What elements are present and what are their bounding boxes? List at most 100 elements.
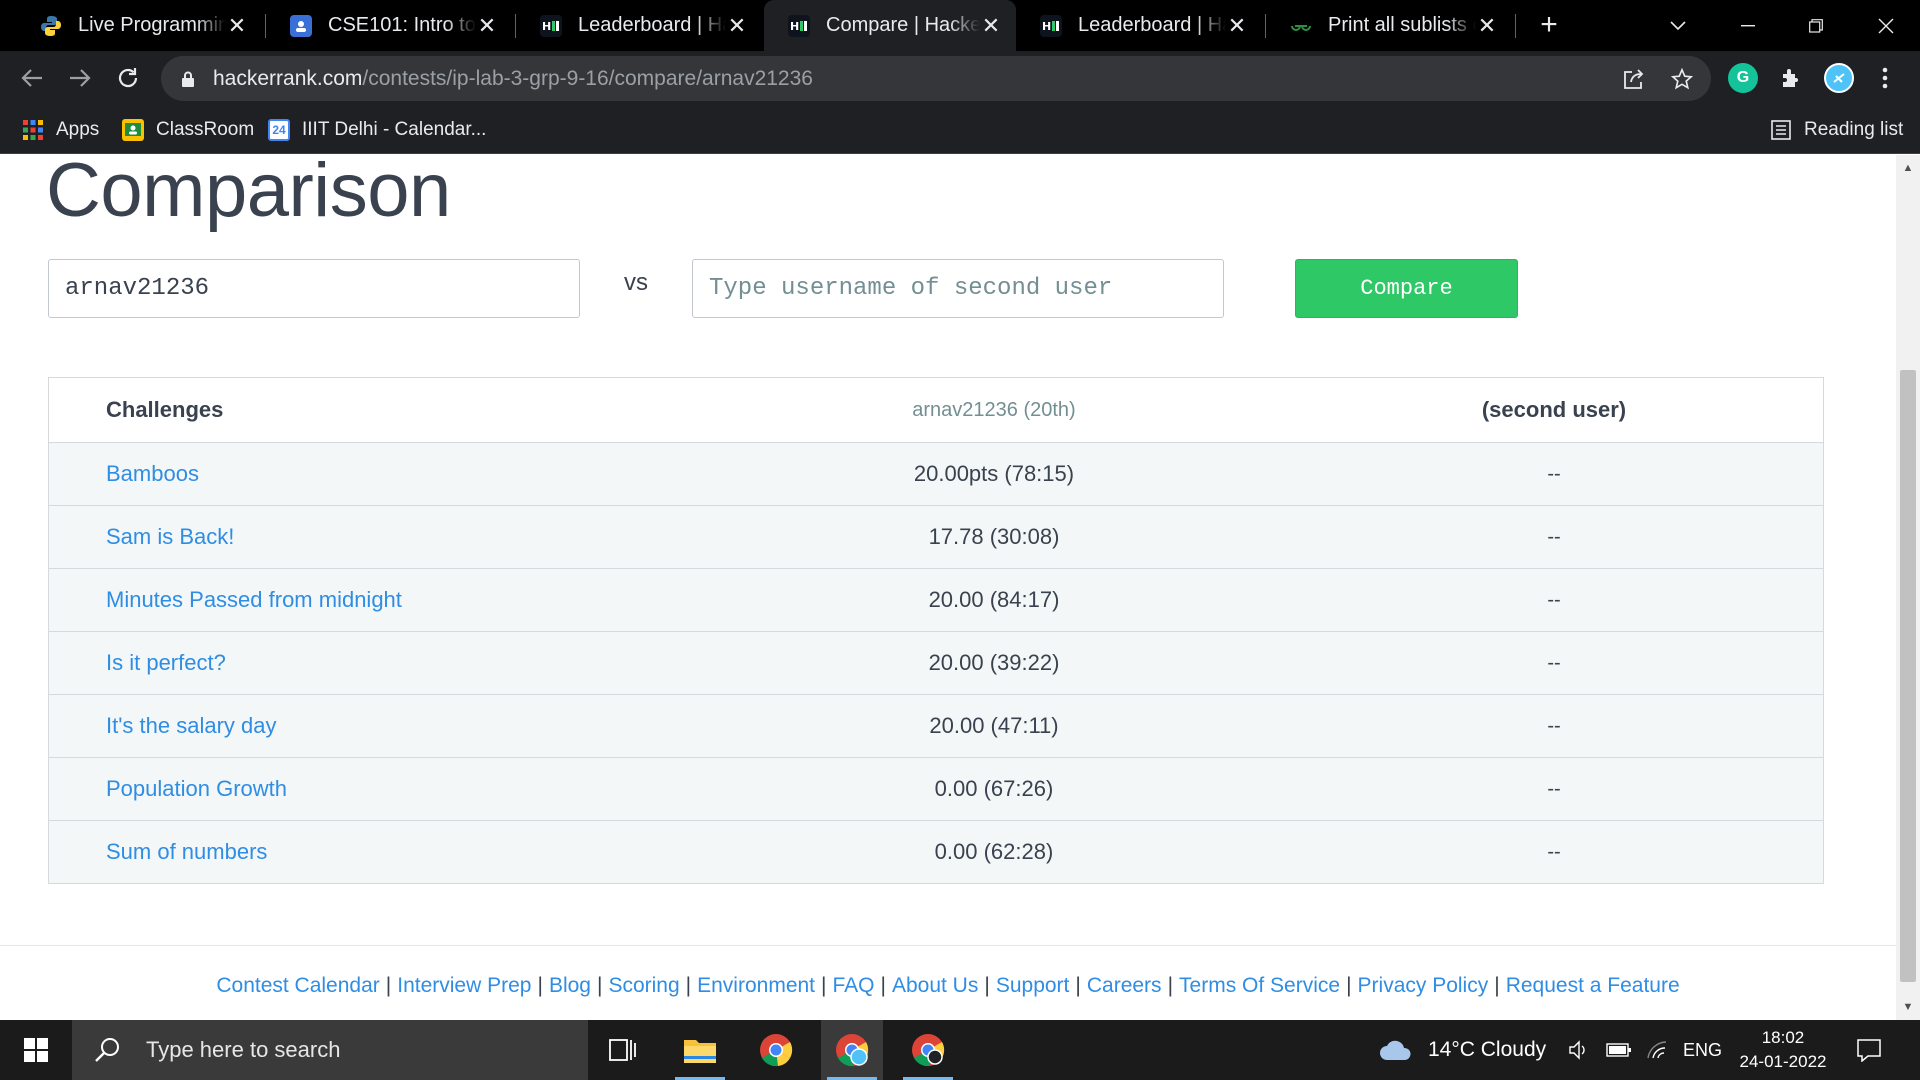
challenge-link[interactable]: Population Growth [106,758,287,820]
tab-leaderboard-2[interactable]: H Leaderboard | Hack ✕ [1016,0,1262,51]
extensions-puzzle-icon[interactable] [1776,63,1806,93]
volume-icon[interactable] [1568,1020,1590,1080]
restore-button[interactable] [1786,0,1846,51]
tab-geeksforgeeks[interactable]: Print all sublists of ✕ [1266,0,1512,51]
tab-search-chevron-icon[interactable] [1648,0,1708,51]
tab-strip: Live Programming | ✕ CSE101: Intro to Pr… [0,0,1920,51]
tab-compare-active[interactable]: H Compare | HackerR ✕ [764,0,1016,51]
clock[interactable]: 18:02 24-01-2022 [1728,1026,1838,1074]
hackerrank-icon: H [540,14,562,37]
challenge-link[interactable]: Sum of numbers [106,821,267,883]
taskbar-search-box[interactable]: Type here to search [72,1020,588,1080]
share-icon[interactable] [1619,64,1649,94]
footer-link-blog[interactable]: Blog [549,974,591,997]
weather-widget[interactable]: 14°C Cloudy [1378,1020,1546,1080]
challenge-link[interactable]: Is it perfect? [106,632,226,694]
start-button[interactable] [0,1020,72,1080]
profile-avatar[interactable] [1824,63,1854,93]
header-first-user[interactable]: arnav21236 (20th) [739,378,1249,442]
footer-separator: | [880,974,886,997]
bookmark-classroom[interactable]: ClassRoom [122,116,254,144]
table-row: Minutes Passed from midnight 20.00 (84:1… [49,568,1823,631]
footer-link-privacy[interactable]: Privacy Policy [1358,974,1489,997]
footer-link-support[interactable]: Support [996,974,1070,997]
footer-separator: | [821,974,827,997]
task-view-icon[interactable] [592,1020,654,1080]
tab-title: Leaderboard | Hack [1078,14,1226,36]
page-content: Comparison vs Compare Challenges arnav21… [0,155,1896,1020]
chrome-icon[interactable] [745,1020,807,1080]
wifi-icon[interactable] [1646,1020,1668,1080]
close-window-button[interactable] [1856,0,1916,51]
challenge-link[interactable]: It's the salary day [106,695,277,757]
hackerrank-icon: H [1040,14,1062,37]
close-icon[interactable]: ✕ [1226,14,1248,37]
scrollbar-thumb[interactable] [1900,370,1916,982]
challenge-link[interactable]: Minutes Passed from midnight [106,569,402,631]
footer-link-contest-calendar[interactable]: Contest Calendar [216,974,379,997]
battery-icon[interactable] [1606,1020,1632,1080]
back-button[interactable] [12,58,52,98]
bookmark-label: Reading list [1804,119,1904,140]
footer-link-careers[interactable]: Careers [1087,974,1162,997]
bookmark-label: IIIT Delhi - Calendar... [302,119,487,140]
language-indicator[interactable]: ENG [1683,1020,1722,1080]
close-icon[interactable]: ✕ [226,14,248,37]
grammarly-icon[interactable]: G [1728,63,1758,93]
address-bar[interactable]: hackerrank.com/contests/ip-lab-3-grp-9-1… [161,56,1711,101]
bookmark-label: Apps [56,119,100,140]
new-tab-button[interactable]: + [1532,8,1566,42]
footer-link-scoring[interactable]: Scoring [608,974,679,997]
footer-separator: | [1075,974,1081,997]
calendar-icon: 24 [268,119,290,141]
notifications-icon[interactable] [1856,1020,1882,1080]
reading-list-button[interactable]: Reading list [1770,116,1903,144]
second-user-input[interactable] [692,259,1224,318]
windows-taskbar: Type here to search 14°C Cloudy ENG 18:0… [0,1020,1920,1080]
close-icon[interactable]: ✕ [980,14,1002,37]
chrome-profile-icon[interactable] [821,1020,883,1080]
minimize-button[interactable] [1718,0,1778,51]
chrome-profile-2-icon[interactable] [897,1020,959,1080]
close-icon[interactable]: ✕ [1476,14,1498,37]
bookmark-apps[interactable]: Apps [22,116,99,144]
reload-button[interactable] [108,58,148,98]
scroll-up-arrow-icon[interactable]: ▲ [1901,161,1915,175]
url-text: hackerrank.com/contests/ip-lab-3-grp-9-1… [213,67,813,91]
tab-leaderboard-1[interactable]: H Leaderboard | Hack ✕ [516,0,762,51]
url-host: hackerrank.com [213,66,363,90]
footer-link-about-us[interactable]: About Us [892,974,978,997]
footer-separator: | [1167,974,1174,997]
tab-live-programming[interactable]: Live Programming | ✕ [16,0,262,51]
footer-link-faq[interactable]: FAQ [832,974,874,997]
tab-cse101[interactable]: CSE101: Intro to Pr ✕ [266,0,512,51]
forward-button[interactable] [60,58,100,98]
url-path: /contests/ip-lab-3-grp-9-16/compare/arna… [362,66,813,90]
page-footer: Contest Calendar | Interview Prep | Blog | Sco… [0,945,1896,1020]
lock-icon [181,71,195,87]
table-row: It's the salary day 20.00 (47:11) -- [49,694,1823,757]
challenge-link[interactable]: Bamboos [106,443,199,505]
scroll-down-arrow-icon[interactable]: ▼ [1901,1000,1915,1014]
close-icon[interactable]: ✕ [476,14,498,37]
menu-kebab-icon[interactable] [1870,63,1900,93]
footer-separator: | [537,974,543,997]
footer-link-environment[interactable]: Environment [697,974,815,997]
first-user-input[interactable] [48,259,580,318]
vertical-scrollbar[interactable]: ▲ ▼ [1896,155,1920,1020]
bookmark-star-icon[interactable] [1667,64,1697,94]
header-second-user: (second user) [1481,397,1627,422]
table-row: Population Growth 0.00 (67:26) -- [49,757,1823,820]
compare-button[interactable]: Compare [1295,259,1518,318]
first-user-score: 20.00 (39:22) [928,650,1060,675]
close-icon[interactable]: ✕ [726,14,748,37]
challenge-link[interactable]: Sam is Back! [106,506,234,568]
tab-title: Leaderboard | Hack [578,14,726,36]
footer-link-interview-prep[interactable]: Interview Prep [397,974,531,997]
second-user-score: -- [1547,588,1561,611]
bookmark-iiit-calendar[interactable]: 24 IIIT Delhi - Calendar... [268,116,486,144]
file-explorer-icon[interactable] [669,1020,731,1080]
footer-link-terms[interactable]: Terms Of Service [1179,974,1340,997]
footer-link-request-feature[interactable]: Request a Feature [1506,974,1680,997]
first-user-score: 20.00pts (78:15) [913,461,1075,486]
